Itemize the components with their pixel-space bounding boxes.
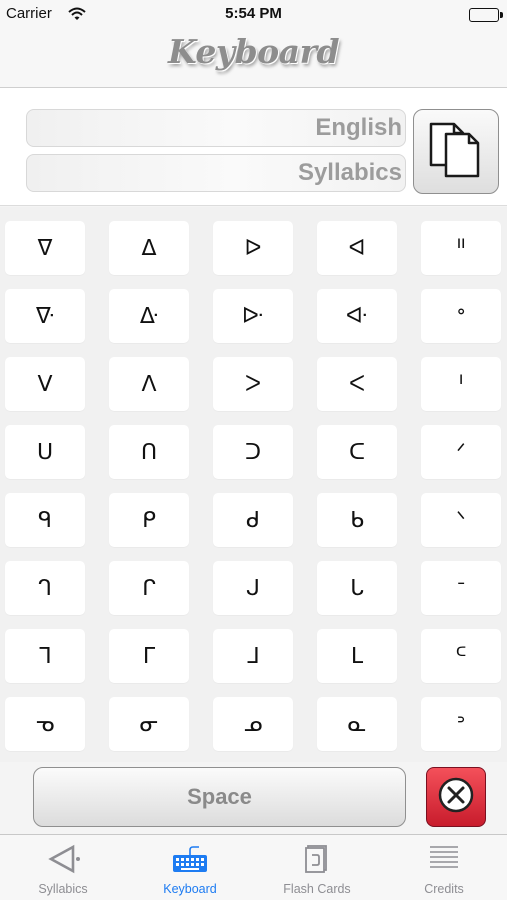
syllabic-key[interactable]: ᐨ [421, 561, 501, 615]
syllabic-key[interactable]: ᑲ [317, 493, 397, 547]
syllabic-key[interactable]: ᐁ [5, 221, 85, 275]
syllabic-key[interactable]: ᑐ [213, 425, 293, 479]
page-title: Keyboard [167, 32, 340, 71]
syllabic-key[interactable]: ᑯ [213, 493, 293, 547]
syllabic-key[interactable]: ᒪ [317, 629, 397, 683]
tab-flash-cards[interactable]: Flash Cards [254, 835, 380, 900]
space-button[interactable]: Space [33, 767, 406, 827]
syllabic-key[interactable]: ᐏ [109, 289, 189, 343]
syllabic-key[interactable]: ᑊ [421, 357, 501, 411]
syllabic-key[interactable]: ᐊ [317, 221, 397, 275]
syllabic-key[interactable]: ᑌ [5, 425, 85, 479]
tab-label-syllabics: Syllabics [38, 882, 88, 896]
tab-keyboard[interactable]: Keyboard [127, 835, 253, 900]
syllabic-key[interactable]: ᐯ [5, 357, 85, 411]
syllabic-key[interactable]: ᒍ [213, 561, 293, 615]
syllabic-key[interactable]: ᐠ [421, 493, 501, 547]
syllabics-field[interactable]: Syllabics [26, 154, 406, 192]
copy-icon [428, 121, 484, 183]
syllabic-key[interactable]: ᒋ [109, 561, 189, 615]
syllabic-key[interactable]: ᐤ [421, 289, 501, 343]
syllabic-key[interactable]: ᑕ [317, 425, 397, 479]
status-time: 5:54 PM [225, 5, 282, 22]
credits-icon [381, 844, 507, 874]
syllabic-key[interactable]: ᐓ [213, 289, 293, 343]
syllabic-key[interactable]: ᐳ [213, 357, 293, 411]
nav-bar: Keyboard [0, 30, 507, 88]
syllabic-key[interactable]: ᐱ [109, 357, 189, 411]
syllabic-key[interactable]: ᒣ [5, 629, 85, 683]
input-header: English Syllabics [0, 88, 507, 206]
status-bar: Carrier 5:54 PM [0, 0, 507, 30]
syllabic-key[interactable]: ᐅ [213, 221, 293, 275]
tab-label-keyboard: Keyboard [163, 882, 217, 896]
syllabic-key[interactable]: ᐣ [421, 697, 501, 751]
delete-icon [437, 776, 475, 818]
syllabic-key[interactable]: ᑫ [5, 493, 85, 547]
copy-button[interactable] [413, 109, 499, 194]
syllabic-key[interactable]: ᐘ [317, 289, 397, 343]
syllabic-key[interactable]: ᒐ [317, 561, 397, 615]
syllabic-key[interactable]: ᐸ [317, 357, 397, 411]
syllabic-key[interactable]: ᑎ [109, 425, 189, 479]
syllabics-keyboard: ᐁᐃᐅᐊᐦ ᐍᐏᐓᐘᐤ ᐯᐱᐳᐸᑊ ᑌᑎᑐᑕᐟ ᑫᑭᑯᑲᐠ ᒉᒋᒍᒐᐨ ᒣᒥᒧᒪᒼ ᓀᓂᓄᓇᐣ [0, 207, 507, 762]
bottom-controls: Space [0, 762, 507, 834]
syllabic-key[interactable]: ᐦ [421, 221, 501, 275]
syllabic-key[interactable]: ᐃ [109, 221, 189, 275]
battery-tip [500, 12, 503, 18]
tab-label-flash-cards: Flash Cards [283, 882, 351, 896]
syllabic-key[interactable]: ᑭ [109, 493, 189, 547]
syllabic-key[interactable]: ᓇ [317, 697, 397, 751]
tab-bar: Syllabics Keyboard Flash Cards Credits [0, 834, 507, 900]
battery-icon [469, 8, 499, 22]
syllabic-key[interactable]: ᐍ [5, 289, 85, 343]
flash-cards-icon [254, 844, 380, 874]
syllabic-key[interactable]: ᒧ [213, 629, 293, 683]
syllabic-key[interactable]: ᒥ [109, 629, 189, 683]
tab-syllabics[interactable]: Syllabics [0, 835, 126, 900]
syllabic-key[interactable]: ᒉ [5, 561, 85, 615]
syllabic-key[interactable]: ᓀ [5, 697, 85, 751]
delete-button[interactable] [426, 767, 486, 827]
syllabic-key[interactable]: ᓄ [213, 697, 293, 751]
keyboard-icon [127, 844, 253, 874]
tab-credits[interactable]: Credits [381, 835, 507, 900]
syllabic-key[interactable]: ᓂ [109, 697, 189, 751]
english-field[interactable]: English [26, 109, 406, 147]
tab-label-credits: Credits [424, 882, 464, 896]
syllabic-key[interactable]: ᐟ [421, 425, 501, 479]
syllabics-icon [0, 844, 126, 874]
syllabic-key[interactable]: ᒼ [421, 629, 501, 683]
